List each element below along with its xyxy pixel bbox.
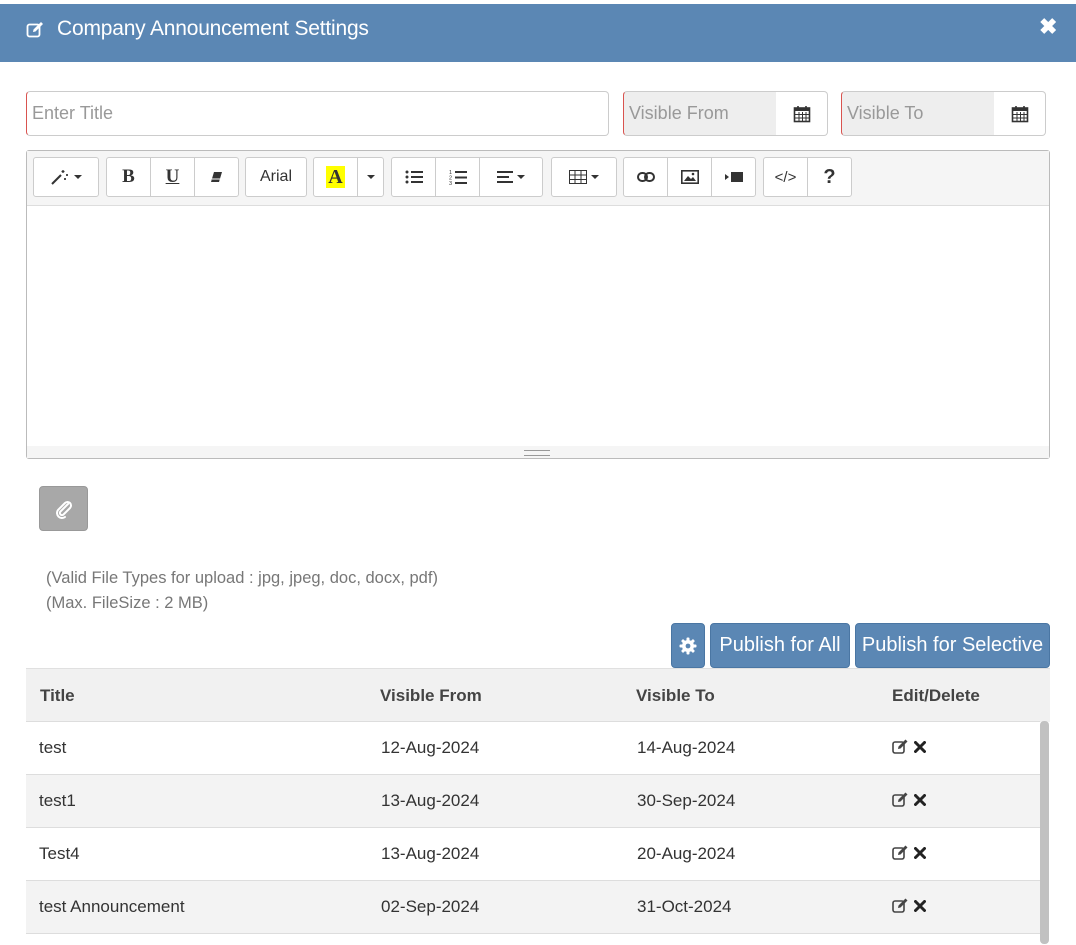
editor-resize-bar[interactable]	[27, 446, 1049, 458]
table-row: test Announcement 02-Sep-2024 31-Oct-202…	[26, 880, 1040, 934]
link-icon	[636, 172, 655, 182]
paperclip-icon	[55, 500, 72, 519]
table-button[interactable]	[551, 157, 617, 197]
editor-toolbar: B U Arial A 123 </> ?	[27, 151, 1049, 206]
edit-icon[interactable]	[892, 845, 909, 860]
table-row: test1 13-Aug-2024 30-Sep-2024	[26, 774, 1040, 828]
insert-group	[623, 157, 756, 197]
color-a-icon: A	[326, 166, 345, 188]
underline-button[interactable]: U	[150, 157, 195, 197]
close-icon[interactable]: ✖	[1039, 16, 1057, 38]
max-filesize-note: (Max. FileSize : 2 MB)	[46, 594, 209, 612]
font-name-group: Arial	[245, 157, 307, 197]
row-title: Test4	[39, 844, 80, 863]
publish-for-selective-button[interactable]: Publish for Selective	[855, 623, 1050, 668]
code-view-button[interactable]: </>	[763, 157, 808, 197]
delete-icon[interactable]	[914, 793, 926, 806]
column-header-edit-delete: Edit/Delete	[892, 686, 980, 705]
bold-button[interactable]: B	[106, 157, 151, 197]
delete-icon[interactable]	[914, 899, 926, 912]
visible-to-input[interactable]	[841, 91, 995, 136]
paragraph-align-button[interactable]	[479, 157, 543, 197]
row-visible-from: 12-Aug-2024	[381, 738, 480, 757]
dialog-title: Company Announcement Settings	[57, 17, 369, 40]
edit-icon[interactable]	[892, 739, 909, 754]
svg-text:3: 3	[449, 181, 452, 185]
gear-icon	[679, 637, 697, 654]
visible-from-calendar-button[interactable]	[776, 91, 828, 136]
row-title: test	[39, 738, 67, 757]
link-button[interactable]	[623, 157, 668, 197]
image-button[interactable]	[667, 157, 712, 197]
row-actions	[892, 898, 926, 913]
help-button[interactable]: ?	[807, 157, 852, 197]
align-left-icon	[497, 171, 513, 183]
style-dropdown-button[interactable]	[33, 157, 99, 197]
clear-format-button[interactable]	[194, 157, 239, 197]
row-visible-from: 02-Sep-2024	[381, 897, 480, 916]
delete-icon[interactable]	[914, 740, 926, 753]
row-visible-to: 14-Aug-2024	[637, 738, 736, 757]
paragraph-group: 123	[391, 157, 543, 197]
eraser-icon	[210, 172, 222, 182]
visible-from-input[interactable]	[623, 91, 777, 136]
table-group	[551, 157, 617, 197]
row-actions	[892, 845, 926, 860]
text-color-button[interactable]: A	[313, 157, 358, 197]
picture-icon	[680, 170, 699, 184]
row-visible-to: 20-Aug-2024	[637, 844, 736, 863]
style-group	[33, 157, 99, 197]
row-title: test1	[39, 791, 76, 810]
table-icon	[569, 170, 587, 184]
visible-to-calendar-button[interactable]	[994, 91, 1046, 136]
row-actions	[892, 739, 926, 754]
row-actions	[892, 792, 926, 807]
caret-down-icon	[366, 175, 375, 179]
ordered-list-button[interactable]: 123	[435, 157, 480, 197]
bullet-list-icon	[405, 170, 423, 184]
numbered-list-icon: 123	[449, 170, 467, 185]
table-row	[26, 933, 1040, 945]
row-visible-to: 31-Oct-2024	[637, 897, 732, 916]
row-visible-to: 30-Sep-2024	[637, 791, 736, 810]
dialog-header: Company Announcement Settings ✖	[0, 4, 1076, 62]
calendar-icon	[1011, 105, 1028, 122]
edit-icon	[26, 21, 44, 44]
settings-button[interactable]	[671, 623, 705, 668]
edit-icon[interactable]	[892, 898, 909, 913]
color-dropdown-button[interactable]	[357, 157, 384, 197]
misc-group: </> ?	[763, 157, 852, 197]
row-visible-from: 13-Aug-2024	[381, 791, 480, 810]
column-header-visible-to: Visible To	[636, 686, 715, 705]
font-name-dropdown[interactable]: Arial	[245, 157, 307, 197]
video-icon	[724, 172, 743, 182]
video-button[interactable]	[711, 157, 756, 197]
magic-wand-icon	[51, 170, 68, 185]
resize-grip-icon[interactable]	[524, 450, 550, 456]
publish-for-all-button[interactable]: Publish for All	[710, 623, 850, 668]
row-visible-from: 13-Aug-2024	[381, 844, 480, 863]
font-style-group: B U	[106, 157, 239, 197]
title-input[interactable]	[26, 91, 609, 136]
table-row: Test4 13-Aug-2024 20-Aug-2024	[26, 827, 1040, 881]
table-scrollbar[interactable]	[1040, 721, 1049, 944]
file-types-note: (Valid File Types for upload : jpg, jpeg…	[46, 569, 438, 587]
calendar-icon	[793, 105, 810, 122]
rich-text-editor: B U Arial A 123 </> ?	[26, 150, 1050, 459]
table-row: test 12-Aug-2024 14-Aug-2024	[26, 721, 1040, 775]
edit-icon[interactable]	[892, 792, 909, 807]
column-header-visible-from: Visible From	[380, 686, 482, 705]
row-title: test Announcement	[39, 897, 185, 916]
attach-file-button[interactable]	[39, 486, 88, 531]
delete-icon[interactable]	[914, 846, 926, 859]
unordered-list-button[interactable]	[391, 157, 436, 197]
color-group: A	[313, 157, 384, 197]
column-header-title: Title	[40, 686, 75, 705]
table-header: Title Visible From Visible To Edit/Delet…	[26, 668, 1050, 722]
